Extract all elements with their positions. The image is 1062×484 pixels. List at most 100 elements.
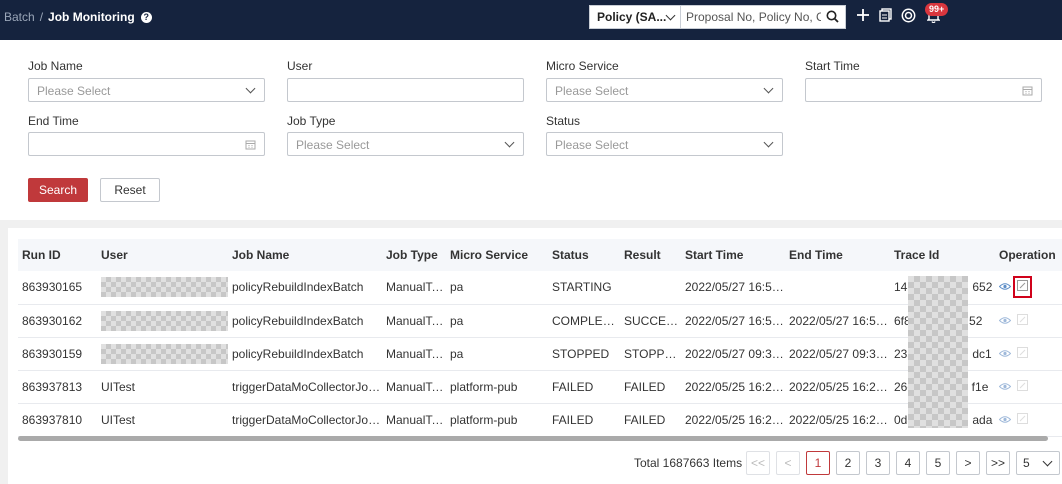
micro-service-cell: pa xyxy=(450,280,464,295)
user-cell xyxy=(97,271,228,304)
column-header: Micro Service xyxy=(450,248,529,262)
column-header: Run ID xyxy=(22,248,61,262)
start-time-cell: 2022/05/27 16:52:34 xyxy=(685,313,785,328)
job-type-cell: ManualTask xyxy=(386,379,446,394)
operation-cell xyxy=(995,271,1062,304)
edit-icon[interactable] xyxy=(1017,379,1028,394)
edit-icon[interactable] xyxy=(1017,313,1028,328)
micro-service-select[interactable]: Please Select xyxy=(546,78,783,102)
operation-cell xyxy=(995,403,1062,436)
next-page-button[interactable]: > xyxy=(956,451,980,475)
top-header: Batch / Job Monitoring ? Policy (SA... 9… xyxy=(0,0,1062,40)
total-items: Total 1687663 Items xyxy=(634,456,743,470)
first-page-button[interactable]: << xyxy=(746,451,770,475)
chevron-down-icon xyxy=(763,83,774,94)
redacted-user xyxy=(101,310,228,331)
table-row[interactable]: 863937810 UITest triggerDataMoCollectorJ… xyxy=(18,403,1062,436)
edit-icon[interactable] xyxy=(1013,276,1032,299)
start-time-cell: 2022/05/25 16:20:31 xyxy=(685,379,785,394)
table-row[interactable]: 863930162 policyRebuildIndexBatch Manual… xyxy=(18,304,1062,337)
page-button[interactable]: 4 xyxy=(896,451,920,475)
job-name-select[interactable]: Please Select xyxy=(28,78,265,102)
table-header-row: Run ID User Job Name Job Type Micro Serv… xyxy=(18,239,1062,271)
job-type-cell: ManualTask xyxy=(386,313,446,328)
view-eye-icon[interactable] xyxy=(998,380,1012,394)
global-search-input[interactable] xyxy=(681,6,821,28)
end-time-picker[interactable] xyxy=(28,132,265,156)
column-header: Job Name xyxy=(232,248,290,262)
result-cell xyxy=(620,271,681,304)
result-cell: STOPPED xyxy=(624,346,681,361)
job-name-cell: triggerDataMoCollectorJobW... xyxy=(232,412,382,427)
page-button[interactable]: 5 xyxy=(926,451,950,475)
column-header: Trace Id xyxy=(894,248,940,262)
table-row[interactable]: 863937813 UITest triggerDataMoCollectorJ… xyxy=(18,370,1062,403)
run-id-cell: 863930162 xyxy=(22,313,83,328)
start-time-cell: 2022/05/27 16:54:15 xyxy=(685,280,785,295)
page-button[interactable]: 2 xyxy=(836,451,860,475)
status-placeholder: Please Select xyxy=(555,138,629,152)
chevron-down-icon xyxy=(504,137,515,148)
job-name-cell: policyRebuildIndexBatch xyxy=(232,346,364,361)
breadcrumb-batch[interactable]: Batch xyxy=(4,10,35,24)
start-time-picker[interactable] xyxy=(805,78,1042,102)
add-icon[interactable] xyxy=(856,8,870,25)
status-select[interactable]: Please Select xyxy=(546,132,783,156)
user-label: User xyxy=(287,59,313,73)
redacted-trace-ids xyxy=(908,276,968,428)
table-row[interactable]: 863930165 policyRebuildIndexBatch Manual… xyxy=(18,271,1062,304)
documents-icon[interactable] xyxy=(879,8,892,25)
search-button[interactable]: Search xyxy=(28,178,88,202)
micro-service-placeholder: Please Select xyxy=(555,84,629,98)
job-name-label: Job Name xyxy=(28,59,83,73)
user-cell xyxy=(97,304,228,337)
status-cell: STOPPED xyxy=(552,346,610,361)
reset-button[interactable]: Reset xyxy=(100,178,160,202)
user-input[interactable] xyxy=(287,78,524,102)
operation-cell xyxy=(995,304,1062,337)
chevron-down-icon xyxy=(763,137,774,148)
run-id-cell: 863937813 xyxy=(22,379,83,394)
filter-panel: Job Name Please Select User Micro Servic… xyxy=(0,40,1062,220)
view-eye-icon[interactable] xyxy=(998,347,1012,361)
micro-service-cell: pa xyxy=(450,346,464,361)
prev-page-button[interactable]: < xyxy=(776,451,800,475)
run-id-cell: 863930165 xyxy=(22,280,83,295)
end-time-cell xyxy=(785,271,890,304)
micro-service-label: Micro Service xyxy=(546,59,619,73)
table-row[interactable]: 863930159 policyRebuildIndexBatch Manual… xyxy=(18,337,1062,370)
result-cell: SUCCESS xyxy=(624,313,681,328)
job-type-placeholder: Please Select xyxy=(296,138,370,152)
start-time-label: Start Time xyxy=(805,59,860,73)
page-size-value: 5 xyxy=(1023,456,1030,470)
help-center-icon[interactable] xyxy=(901,8,916,26)
view-eye-icon[interactable] xyxy=(998,413,1012,427)
job-type-label: Job Type xyxy=(287,114,336,128)
help-icon[interactable]: ? xyxy=(140,11,152,23)
operation-cell xyxy=(995,370,1062,403)
column-header: Start Time xyxy=(685,248,744,262)
global-search xyxy=(680,5,846,29)
end-time-cell: 2022/05/25 16:20:13 xyxy=(789,412,890,427)
calendar-icon xyxy=(245,139,256,153)
job-type-select[interactable]: Please Select xyxy=(287,132,524,156)
page-size-select[interactable]: 5 xyxy=(1016,451,1060,475)
scope-select[interactable]: Policy (SA... xyxy=(589,5,680,29)
results-panel: Run ID User Job Name Job Type Micro Serv… xyxy=(8,228,1062,484)
column-header: Job Type xyxy=(386,248,438,262)
edit-icon[interactable] xyxy=(1017,412,1028,427)
view-eye-icon[interactable] xyxy=(998,280,1012,294)
edit-icon[interactable] xyxy=(1017,346,1028,361)
run-id-cell: 863930159 xyxy=(22,346,83,361)
page-button[interactable]: 1 xyxy=(806,451,830,475)
chevron-down-icon xyxy=(245,83,256,94)
page-button[interactable]: 3 xyxy=(866,451,890,475)
column-header: Result xyxy=(624,248,661,262)
search-icon[interactable] xyxy=(826,10,839,26)
view-eye-icon[interactable] xyxy=(998,314,1012,328)
last-page-button[interactable]: >> xyxy=(986,451,1010,475)
run-id-cell: 863937810 xyxy=(22,412,83,427)
micro-service-cell: pa xyxy=(450,313,464,328)
horizontal-scrollbar[interactable] xyxy=(18,436,1048,441)
job-type-cell: ManualTask xyxy=(386,412,446,427)
